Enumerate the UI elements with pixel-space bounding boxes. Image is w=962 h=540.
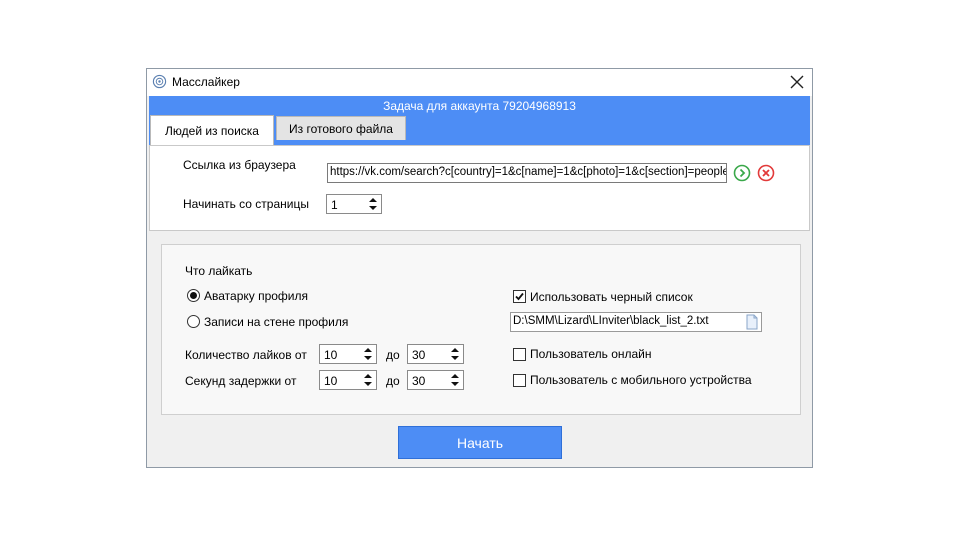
browser-link-input[interactable]: https://vk.com/search?c[country]=1&c[nam… bbox=[327, 163, 727, 183]
tab-from-file[interactable]: Из готового файла bbox=[276, 116, 406, 140]
radio-avatar[interactable] bbox=[187, 289, 200, 302]
blacklist-path-input[interactable]: D:\SMM\Lizard\LInviter\black_list_2.txt bbox=[510, 312, 762, 332]
tab-search-people[interactable]: Людей из поиска bbox=[150, 115, 274, 145]
start-page-stepper[interactable]: 1 bbox=[326, 194, 382, 214]
file-browse-icon[interactable] bbox=[745, 314, 759, 330]
search-tab-panel: Ссылка из браузера https://vk.com/search… bbox=[149, 145, 810, 231]
title-bar: Масслайкер bbox=[147, 69, 812, 96]
stepper-arrows-icon[interactable] bbox=[449, 372, 461, 388]
likes-count-label: Количество лайков от bbox=[185, 348, 307, 362]
likes-from-value: 10 bbox=[324, 348, 338, 362]
mobile-label[interactable]: Пользователь с мобильного устройства bbox=[530, 373, 752, 387]
likes-from-stepper[interactable]: 10 bbox=[319, 344, 377, 364]
radio-wall-posts-label[interactable]: Записи на стене профиля bbox=[204, 315, 348, 329]
close-icon bbox=[790, 75, 804, 89]
online-label[interactable]: Пользователь онлайн bbox=[530, 347, 652, 361]
blacklist-checkbox[interactable] bbox=[513, 290, 526, 303]
start-button[interactable]: Начать bbox=[398, 426, 562, 459]
blacklist-label[interactable]: Использовать черный список bbox=[530, 290, 693, 304]
mobile-checkbox[interactable] bbox=[513, 374, 526, 387]
clear-x-icon[interactable] bbox=[757, 164, 775, 182]
task-title: Задача для аккаунта 79204968913 bbox=[383, 99, 576, 113]
delay-from-value: 10 bbox=[324, 374, 338, 388]
radio-wall-posts[interactable] bbox=[187, 315, 200, 328]
what-to-like-label: Что лайкать bbox=[185, 264, 253, 278]
delay-to-stepper[interactable]: 30 bbox=[407, 370, 464, 390]
stepper-arrows-icon[interactable] bbox=[367, 196, 379, 212]
stepper-arrows-icon[interactable] bbox=[362, 372, 374, 388]
delay-to-label: до bbox=[386, 374, 400, 388]
start-page-value: 1 bbox=[331, 198, 338, 212]
like-options-group: Что лайкать Аватарку профиля Записи на с… bbox=[161, 244, 801, 415]
app-gear-icon bbox=[152, 74, 167, 89]
close-button[interactable] bbox=[782, 69, 812, 95]
checkmark-icon bbox=[515, 292, 524, 301]
delay-to-value: 30 bbox=[412, 374, 426, 388]
likes-to-stepper[interactable]: 30 bbox=[407, 344, 464, 364]
likes-to-label: до bbox=[386, 348, 400, 362]
start-page-label: Начинать со страницы bbox=[183, 197, 309, 211]
stepper-arrows-icon[interactable] bbox=[449, 346, 461, 362]
browser-link-label: Ссылка из браузера bbox=[183, 158, 296, 172]
masslayker-window: Масслайкер Задача для аккаунта 792049689… bbox=[146, 68, 813, 468]
stepper-arrows-icon[interactable] bbox=[362, 346, 374, 362]
online-checkbox[interactable] bbox=[513, 348, 526, 361]
delay-label: Секунд задержки от bbox=[185, 374, 297, 388]
radio-avatar-label[interactable]: Аватарку профиля bbox=[204, 289, 308, 303]
delay-from-stepper[interactable]: 10 bbox=[319, 370, 377, 390]
go-arrow-icon[interactable] bbox=[733, 164, 751, 182]
likes-to-value: 30 bbox=[412, 348, 426, 362]
window-title: Масслайкер bbox=[172, 75, 240, 89]
blacklist-path-value: D:\SMM\Lizard\LInviter\black_list_2.txt bbox=[513, 315, 709, 327]
